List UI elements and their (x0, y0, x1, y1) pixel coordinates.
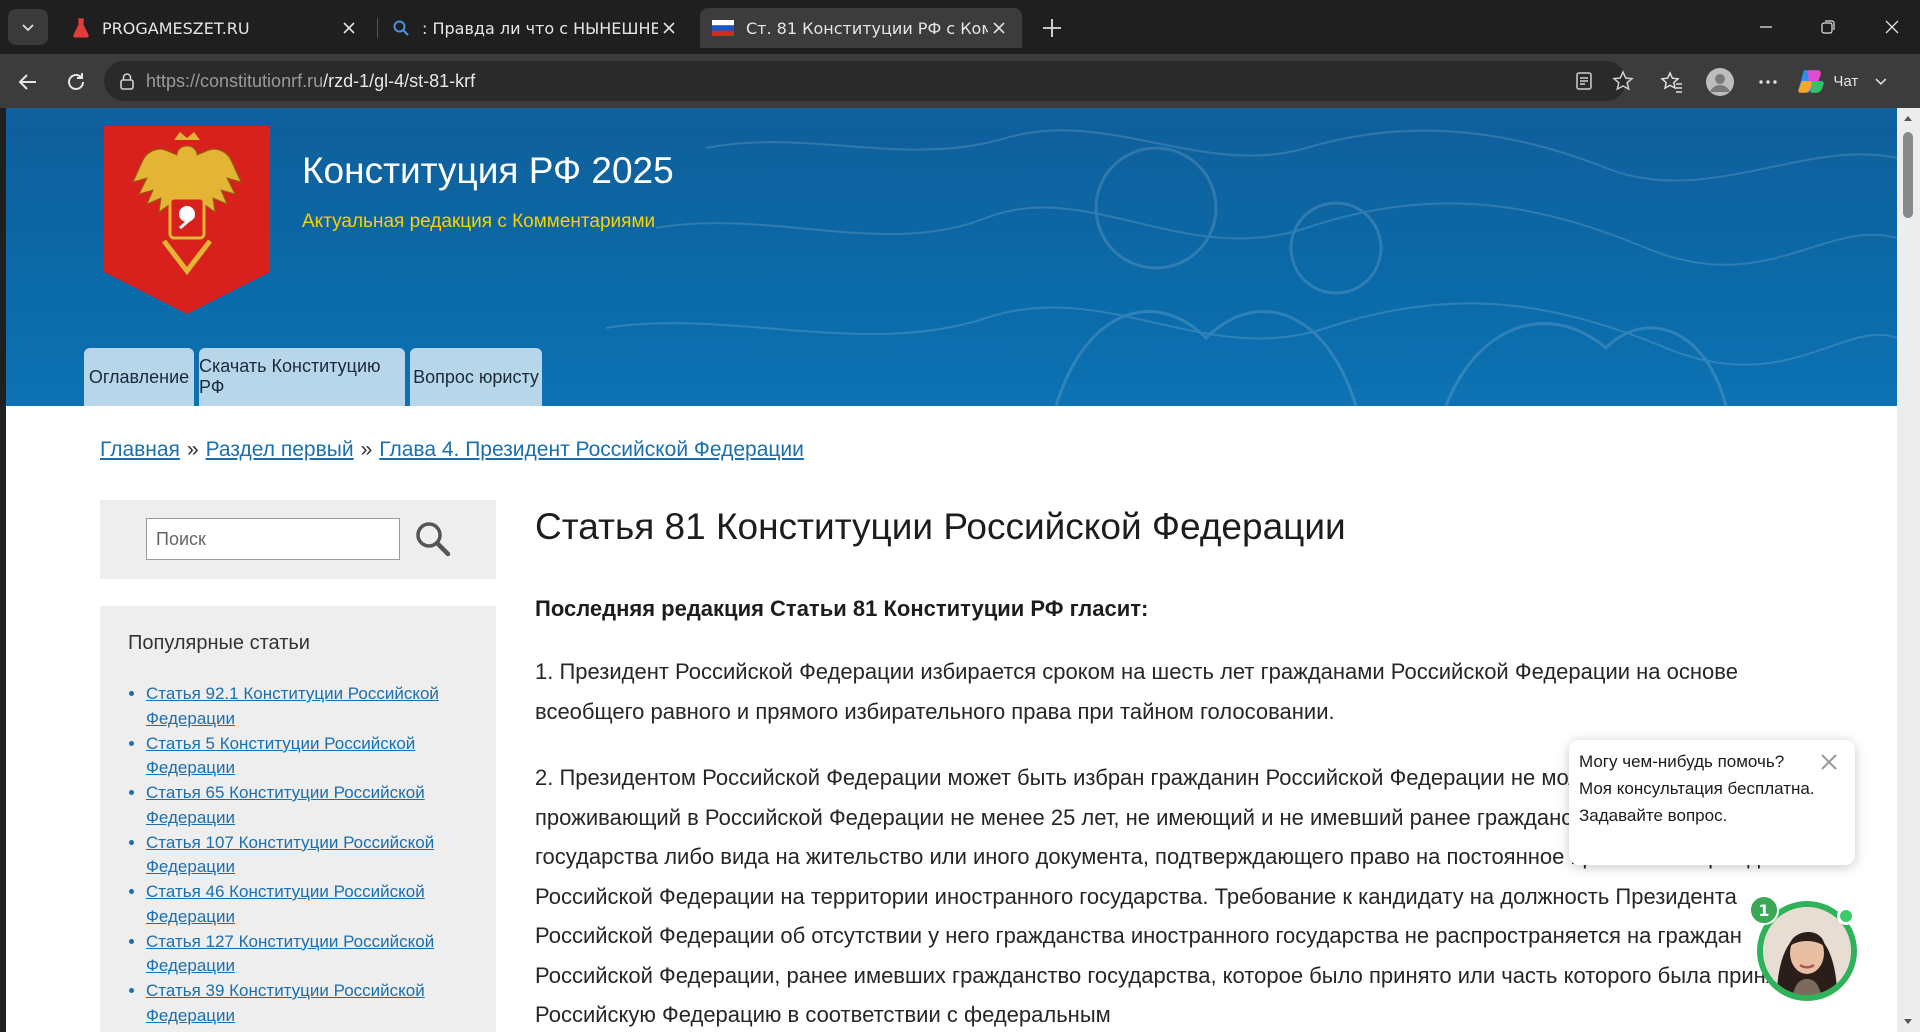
russia-flag-icon (712, 20, 734, 36)
tab-title: PROGAMESZET.RU (102, 18, 250, 38)
tab-title: : Правда ли что с НЫНЕШНЕГО г (422, 18, 658, 38)
minimize-icon (1760, 26, 1772, 28)
scrollbar-thumb[interactable] (1903, 132, 1913, 218)
popular-article-link[interactable]: Статья 5 Конституции Российской Федераци… (146, 734, 415, 778)
popular-article-link[interactable]: Статья 92.1 Конституции Российской Федер… (146, 684, 439, 728)
star-icon[interactable] (1612, 70, 1634, 92)
list-item: Статья 107 Конституции Российской Федера… (146, 831, 476, 880)
popular-article-link[interactable]: Статья 65 Конституции Российской Федерац… (146, 783, 425, 827)
nav-tab-contents[interactable]: Оглавление (84, 348, 194, 406)
tab-title: Ст. 81 Конституции РФ с Коммен (746, 18, 988, 38)
plus-icon (1043, 19, 1061, 37)
list-item: Статья 5 Конституции Российской Федераци… (146, 732, 476, 781)
chat-popup[interactable]: Могу чем-нибудь помочь? Моя консультация… (1569, 740, 1855, 865)
chat-message: Могу чем-нибудь помочь? Моя консультация… (1579, 752, 1815, 825)
russia-coat-of-arms-logo (104, 126, 270, 314)
new-tab-button[interactable] (1036, 12, 1068, 44)
breadcrumb-separator: » (360, 438, 373, 461)
restore-icon (1821, 20, 1835, 34)
search-icon[interactable] (414, 520, 452, 558)
search-icon (393, 20, 409, 36)
copilot-icon (1798, 70, 1824, 93)
search-widget (100, 500, 496, 579)
address-bar[interactable]: https://constitutionrf.ru/rzd-1/gl-4/st-… (104, 61, 1634, 101)
flask-icon (73, 18, 89, 38)
close-tab-button[interactable] (338, 17, 360, 39)
popular-articles-title: Популярные статьи (128, 632, 310, 654)
breadcrumb-section-link[interactable]: Раздел первый (206, 438, 354, 461)
favorites-button[interactable] (1654, 64, 1690, 100)
tab-separator (377, 18, 378, 38)
popular-article-link[interactable]: Статья 127 Конституции Российской Федера… (146, 932, 434, 976)
reload-button[interactable] (58, 64, 94, 100)
breadcrumb: Главная » Раздел первый » Глава 4. Президент… (100, 438, 804, 462)
list-item: Статья 92.1 Конституции Российской Федер… (146, 682, 476, 731)
site-header: Конституция РФ 2025 Актуальная редакция … (6, 108, 1897, 406)
scroll-down-icon[interactable] (1903, 1018, 1913, 1026)
article-lead: Последняя редакция Статьи 81 Конституции… (535, 596, 1149, 621)
profile-button[interactable] (1702, 64, 1738, 100)
close-icon (1885, 20, 1899, 34)
reload-icon (68, 73, 84, 90)
nav-tab-ask-lawyer[interactable]: Вопрос юристу (410, 348, 542, 406)
close-tab-button[interactable] (658, 17, 680, 39)
popular-article-link[interactable]: Статья 46 Конституции Российской Федерац… (146, 882, 425, 926)
popular-articles-list: Статья 92.1 Конституции Российской Федер… (146, 682, 476, 1029)
minimize-window-button[interactable] (1744, 8, 1788, 46)
list-item: Статья 127 Конституции Российской Федера… (146, 930, 476, 979)
site-title[interactable]: Конституция РФ 2025 (302, 150, 674, 192)
tab-constitution-active[interactable]: Ст. 81 Конституции РФ с Коммен (700, 8, 1022, 48)
url-text[interactable]: https://constitutionrf.ru/rzd-1/gl-4/st-… (146, 71, 475, 92)
list-item: Статья 46 Конституции Российской Федерац… (146, 880, 476, 929)
popular-article-link[interactable]: Статья 107 Конституции Российской Федера… (146, 833, 434, 877)
chat-label: Чат (1833, 72, 1859, 90)
online-status-indicator (1837, 907, 1855, 925)
profile-avatar-icon (1706, 68, 1734, 96)
article-title: Статья 81 Конституции Российской Федерац… (535, 506, 1346, 547)
restore-window-button[interactable] (1806, 8, 1850, 46)
nav-tab-download[interactable]: Скачать Конституцию РФ (199, 348, 405, 406)
chat-consultant-avatar[interactable]: 1 (1749, 895, 1857, 1001)
copilot-chat-button[interactable]: Чат (1796, 63, 1888, 99)
list-item: Статья 39 Конституции Российской Федерац… (146, 979, 476, 1028)
tab-actions-menu-button[interactable] (8, 9, 48, 45)
page-viewport: Конституция РФ 2025 Актуальная редакция … (6, 108, 1897, 1032)
chevron-down-icon (1875, 78, 1887, 86)
browser-tab-bar: PROGAMESZET.RU : Правда ли что с НЫНЕШНЕ… (0, 0, 1920, 54)
popular-articles-widget: Популярные статьи Статья 92.1 Конституци… (100, 606, 496, 1032)
more-horizontal-icon (1759, 80, 1777, 84)
back-button[interactable] (10, 64, 46, 100)
popular-article-link[interactable]: Статья 39 Конституции Российской Федерац… (146, 981, 425, 1025)
breadcrumb-home-link[interactable]: Главная (100, 438, 180, 461)
close-icon (993, 22, 1005, 34)
site-subtitle: Актуальная редакция с Комментариями (302, 211, 656, 232)
browser-toolbar: https://constitutionrf.ru/rzd-1/gl-4/st-… (0, 54, 1920, 108)
article-paragraph-1: 1. Президент Российской Федерации избира… (535, 659, 1738, 724)
list-item: Статья 65 Конституции Российской Федерац… (146, 781, 476, 830)
breadcrumb-separator: » (186, 438, 199, 461)
close-window-button[interactable] (1870, 8, 1914, 46)
page-scrollbar[interactable] (1897, 108, 1920, 1032)
breadcrumb-chapter-link[interactable]: Глава 4. Президент Российской Федерации (379, 438, 804, 461)
site-info-icon[interactable] (118, 72, 136, 90)
close-icon (343, 22, 355, 34)
tab-progameszet[interactable]: PROGAMESZET.RU (60, 8, 372, 48)
unread-count-badge: 1 (1749, 895, 1779, 925)
close-icon (663, 22, 675, 34)
tab-search[interactable]: : Правда ли что с НЫНЕШНЕГО г (380, 8, 692, 48)
scroll-up-icon[interactable] (1903, 114, 1913, 122)
reader-mode-icon[interactable] (1574, 71, 1594, 91)
arrow-left-icon (18, 74, 36, 90)
close-tab-button[interactable] (988, 17, 1010, 39)
chevron-down-icon (22, 24, 34, 32)
close-icon[interactable] (1817, 750, 1841, 774)
favorites-icon (1660, 71, 1682, 93)
search-input[interactable] (146, 518, 400, 560)
settings-more-button[interactable] (1750, 64, 1786, 100)
